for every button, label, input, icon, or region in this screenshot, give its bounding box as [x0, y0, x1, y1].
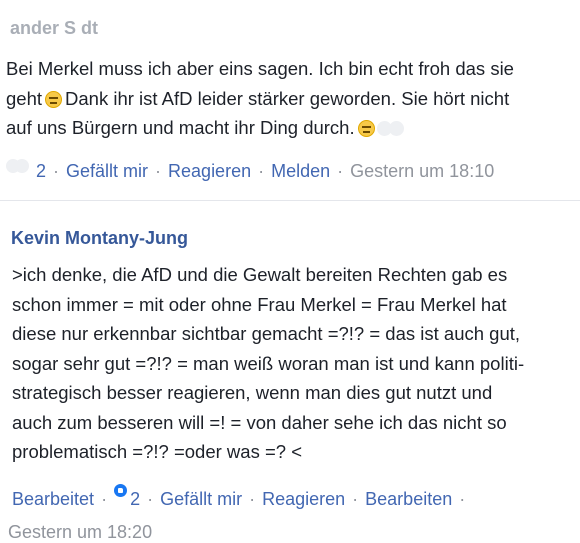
separator-dot: · [53, 161, 60, 181]
comment-author[interactable]: ander S dt [10, 18, 98, 39]
comment-line: auf uns Bürgern und macht ihr Ding durch… [6, 113, 514, 145]
comment-body: Bei Merkel muss ich aber eins sagen. Ich… [6, 54, 514, 145]
comment-timestamp[interactable]: Gestern um 18:20 [8, 522, 152, 543]
comment-line: problematisch =?!? =oder was =? < [12, 441, 303, 462]
comment-body: >ich denke, die AfD und die Gewalt berei… [12, 260, 524, 467]
like-reaction-icon[interactable] [114, 484, 128, 497]
unamused-face-icon [45, 90, 63, 108]
like-link[interactable]: Gefällt mir [160, 489, 242, 509]
separator-dot: · [337, 161, 344, 181]
comment-text: Bei Merkel muss ich aber eins sagen. Ich… [6, 58, 514, 79]
comment-line: >ich denke, die AfD und die Gewalt berei… [12, 264, 508, 285]
comment-line: auch zum besseren will =! = von daher se… [12, 411, 507, 433]
comment-text: Dank ihr ist AfD leider stärker geworden… [65, 87, 510, 109]
react-link[interactable]: Reagieren [168, 161, 251, 181]
reaction-count[interactable]: 2 [130, 489, 140, 509]
comment-line: Bei Merkel muss ich aber eins sagen. Ich… [6, 54, 514, 84]
unamused-face-icon [357, 120, 375, 137]
comment-actions: 2 · Gefällt mir · Reagieren · Melden · Gestern u… [6, 159, 494, 183]
reaction-count[interactable]: 2 [36, 161, 46, 181]
comment-line: sogar sehr gut =?!? = man weiß woran man… [12, 352, 525, 374]
separator-dot: · [258, 161, 265, 181]
reaction-icons [6, 159, 36, 175]
comment-line: diese nur erkennbar sichtbar gemacht =?!… [12, 323, 521, 344]
edited-label[interactable]: Bearbeitet [12, 489, 94, 509]
comment-line: strategisch besser reagieren, wenn man d… [12, 382, 493, 403]
separator-dot: · [147, 489, 154, 509]
comment-actions: Bearbeitet · 2 · Gefällt mir · Reagieren · Bearb… [12, 484, 472, 511]
faded-reaction-icons [376, 115, 404, 145]
comment-2: Kevin Montany-Jung >ich denke, die AfD u… [0, 201, 580, 542]
separator-dot: · [101, 489, 108, 509]
separator-dot: · [459, 489, 466, 509]
react-link[interactable]: Reagieren [262, 489, 345, 509]
separator-dot: · [249, 489, 256, 509]
comment-1: ander S dt Bei Merkel muss ich aber eins… [0, 0, 580, 200]
separator-dot: · [352, 489, 359, 509]
report-link[interactable]: Melden [271, 161, 330, 181]
comment-text: geht [6, 87, 43, 109]
comment-line: geht Dank ihr ist AfD leider stärker gewo… [6, 84, 514, 114]
separator-dot: · [155, 161, 162, 181]
comment-text: auf uns Bürgern und macht ihr Ding durch… [6, 117, 355, 138]
comment-timestamp[interactable]: Gestern um 18:10 [350, 161, 494, 181]
comment-line: schon immer = mit oder ohne Frau Merkel … [12, 293, 507, 315]
comment-author[interactable]: Kevin Montany-Jung [11, 228, 188, 249]
edit-link[interactable]: Bearbeiten [365, 489, 452, 509]
like-link[interactable]: Gefällt mir [66, 161, 148, 181]
